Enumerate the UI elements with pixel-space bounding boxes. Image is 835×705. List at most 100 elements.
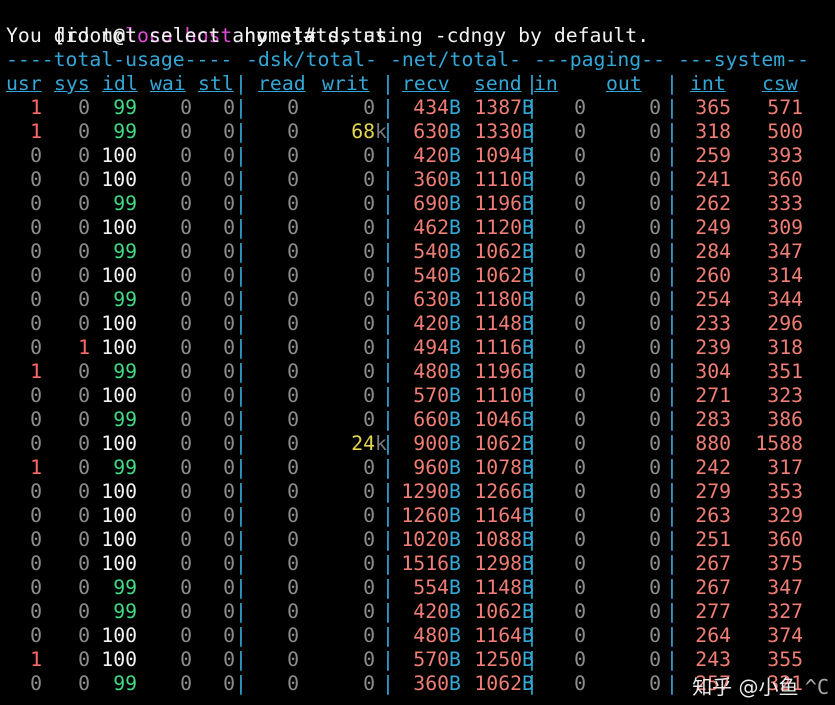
cell-csw: 327 bbox=[767, 600, 804, 623]
unit-recv: B bbox=[449, 432, 461, 455]
cell-stl: 0 bbox=[223, 336, 236, 359]
cell-csw: 1588 bbox=[755, 432, 804, 455]
cell-recv: 1020 bbox=[401, 528, 450, 551]
cell-usr: 0 bbox=[30, 240, 43, 263]
column-separator: | bbox=[666, 336, 678, 359]
column-separator: | bbox=[526, 72, 538, 95]
column-separator: | bbox=[666, 384, 678, 407]
table-row: 0 0 99 0 0 0 0 554 B 1148 B 0 0 267 347 | | | | bbox=[6, 576, 803, 600]
table-row: 0 0 100 0 0 0 0 1020 B 1088 B 0 0 251 360 | | | | bbox=[6, 528, 803, 552]
cell-sys: 0 bbox=[78, 216, 91, 239]
column-separator: | bbox=[382, 168, 394, 191]
column-separator: | bbox=[382, 264, 394, 287]
cell-stl: 0 bbox=[223, 504, 236, 527]
cell-writ: 0 bbox=[363, 96, 376, 119]
cell-send: 1078 bbox=[474, 456, 523, 479]
cell-idl: 99 bbox=[113, 240, 138, 263]
cell-idl: 99 bbox=[113, 120, 138, 143]
column-header-out: out bbox=[606, 72, 642, 95]
cell-csw: 323 bbox=[767, 384, 804, 407]
cell-read: 0 bbox=[287, 672, 300, 695]
cell-read: 0 bbox=[287, 240, 300, 263]
cell-csw: 317 bbox=[767, 456, 804, 479]
cell-out: 0 bbox=[649, 264, 662, 287]
cell-csw: 333 bbox=[767, 192, 804, 215]
column-separator: | bbox=[666, 432, 678, 455]
cell-wai: 0 bbox=[180, 312, 193, 335]
column-separator: | bbox=[235, 552, 247, 575]
cell-recv: 554 bbox=[413, 576, 450, 599]
cell-sys: 0 bbox=[78, 624, 91, 647]
cell-in: 0 bbox=[574, 528, 587, 551]
cell-stl: 0 bbox=[223, 456, 236, 479]
cell-sys: 0 bbox=[78, 264, 91, 287]
cell-send: 1148 bbox=[474, 576, 523, 599]
cell-send: 1180 bbox=[474, 288, 523, 311]
column-separator: | bbox=[526, 624, 538, 647]
cell-int: 260 bbox=[695, 264, 732, 287]
column-separator: | bbox=[526, 336, 538, 359]
column-separator: | bbox=[382, 552, 394, 575]
unit-recv: B bbox=[449, 168, 461, 191]
cell-csw: 329 bbox=[767, 504, 804, 527]
cell-csw: 375 bbox=[767, 552, 804, 575]
column-separator: | bbox=[382, 408, 394, 431]
column-separator: | bbox=[235, 504, 247, 527]
cell-int: 249 bbox=[695, 216, 732, 239]
cell-usr: 0 bbox=[30, 168, 43, 191]
unit-recv: B bbox=[449, 648, 461, 671]
unit-recv: B bbox=[449, 672, 461, 695]
unit-recv: B bbox=[449, 264, 461, 287]
cell-idl: 100 bbox=[101, 216, 138, 239]
column-separator: | bbox=[235, 312, 247, 335]
cell-recv: 462 bbox=[413, 216, 450, 239]
column-separator: | bbox=[526, 192, 538, 215]
cell-usr: 1 bbox=[30, 360, 43, 383]
cell-recv: 494 bbox=[413, 336, 450, 359]
cell-sys: 0 bbox=[78, 504, 91, 527]
cell-recv: 1260 bbox=[401, 504, 450, 527]
column-header-int: int bbox=[690, 72, 726, 95]
cell-recv: 570 bbox=[413, 648, 450, 671]
cell-sys: 0 bbox=[78, 384, 91, 407]
cell-in: 0 bbox=[574, 672, 587, 695]
column-separator: | bbox=[235, 432, 247, 455]
column-header-usr: usr bbox=[6, 72, 42, 95]
cell-idl: 99 bbox=[113, 576, 138, 599]
cell-writ: 0 bbox=[363, 576, 376, 599]
cell-out: 0 bbox=[649, 336, 662, 359]
unit-recv: B bbox=[449, 384, 461, 407]
table-row: 0 0 99 0 0 0 0 420 B 1062 B 0 0 277 327 | | | | bbox=[6, 600, 803, 624]
cell-out: 0 bbox=[649, 192, 662, 215]
cell-read: 0 bbox=[287, 552, 300, 575]
cell-idl: 100 bbox=[101, 384, 138, 407]
cell-out: 0 bbox=[649, 456, 662, 479]
unit-recv: B bbox=[449, 312, 461, 335]
cell-read: 0 bbox=[287, 576, 300, 599]
cell-recv: 1516 bbox=[401, 552, 450, 575]
cell-read: 0 bbox=[287, 408, 300, 431]
column-separator: | bbox=[382, 672, 394, 695]
column-header-send: send bbox=[474, 72, 522, 95]
cell-idl: 99 bbox=[113, 360, 138, 383]
cell-in: 0 bbox=[574, 624, 587, 647]
terminal[interactable]: [root@localhost home]# dstat You did not… bbox=[6, 0, 809, 696]
column-separator: | bbox=[666, 672, 678, 695]
table-row: 0 0 100 0 0 0 0 1260 B 1164 B 0 0 263 329 | | | | bbox=[6, 504, 803, 528]
column-separator: | bbox=[235, 384, 247, 407]
table-row: 0 0 100 0 0 0 24 k 900 B 1062 B 0 0 880 1588 | | | | bbox=[6, 432, 803, 456]
table-row: 0 0 100 0 0 0 0 570 B 1110 B 0 0 271 323 | | | | bbox=[6, 384, 803, 408]
column-separator: | bbox=[235, 648, 247, 671]
cell-writ: 0 bbox=[363, 384, 376, 407]
column-separator: | bbox=[666, 96, 678, 119]
cell-sys: 1 bbox=[78, 336, 91, 359]
group-header: ---system-- bbox=[678, 48, 810, 71]
unit-recv: B bbox=[449, 528, 461, 551]
cell-stl: 0 bbox=[223, 648, 236, 671]
cell-in: 0 bbox=[574, 432, 587, 455]
cell-wai: 0 bbox=[180, 504, 193, 527]
cell-send: 1196 bbox=[474, 360, 523, 383]
cell-sys: 0 bbox=[78, 192, 91, 215]
cell-out: 0 bbox=[649, 432, 662, 455]
group-header: -dsk/total- bbox=[246, 48, 378, 71]
